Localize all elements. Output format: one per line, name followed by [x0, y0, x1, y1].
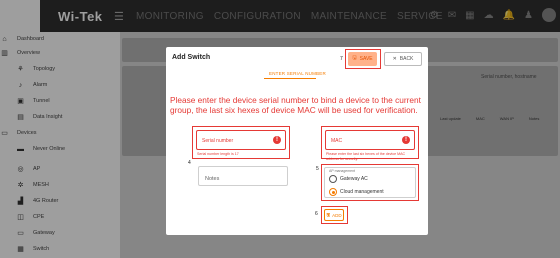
gateway-ac-label: Gateway AC — [340, 176, 368, 182]
app-window: Wi-Tek ☰ MONITORING CONFIGURATION MAINTE… — [0, 0, 560, 258]
radio-cloud-management[interactable] — [329, 188, 337, 196]
cloud-management-label: Cloud management — [340, 189, 384, 195]
back-button[interactable]: ✕ BACK — [384, 52, 422, 66]
step-number-6: 6 — [315, 211, 318, 217]
step-number-4: 4 — [188, 160, 191, 166]
serial-helper-text: Serial number length is 17 — [197, 152, 239, 156]
column-header: MAC — [475, 116, 485, 121]
tab-enter-serial-number[interactable]: ENTER SERIAL NUMBER — [269, 71, 326, 76]
tab-indicator — [264, 78, 316, 79]
ap-management-label: AP management — [329, 169, 356, 173]
dialog-title: Add Switch — [172, 54, 211, 61]
background-search-input[interactable]: Serial number, hostname — [481, 74, 537, 80]
save-icon: 🖫 — [352, 55, 357, 61]
back-label: BACK — [399, 56, 414, 62]
step-number-7: 7 — [340, 56, 343, 62]
mac-input[interactable]: MAC ! — [325, 130, 415, 150]
step-number-5: 5 — [316, 166, 319, 172]
ap-management-group: AP management Gateway AC Cloud managemen… — [324, 167, 416, 198]
notes-input[interactable]: Notes — [198, 166, 288, 186]
add-button[interactable]: 🖫 ADD — [324, 209, 344, 221]
error-icon: ! — [402, 136, 410, 144]
mac-placeholder: MAC — [331, 138, 343, 144]
add-switch-dialog: Add Switch 7 🖫 SAVE ✕ BACK ENTER SERIAL … — [166, 47, 428, 235]
background-table-headers: Last update MAC WAN IP Notes — [440, 116, 539, 121]
serial-placeholder: Serial number — [202, 138, 234, 144]
column-header: WAN IP — [499, 116, 514, 121]
mac-helper-text: Please enter the last six hexes of the d… — [326, 152, 406, 161]
column-header: Last update — [440, 116, 461, 121]
save-label: SAVE — [359, 56, 373, 62]
add-label: ADD — [332, 212, 342, 218]
save-button[interactable]: 🖫 SAVE — [348, 52, 377, 66]
error-icon: ! — [273, 136, 281, 144]
save-icon: 🖫 — [326, 212, 331, 217]
column-header: Notes — [528, 116, 540, 121]
serial-number-input[interactable]: Serial number ! — [196, 130, 286, 150]
radio-gateway-ac[interactable] — [329, 175, 337, 183]
close-icon: ✕ — [392, 56, 397, 62]
notes-placeholder: Notes — [205, 176, 220, 182]
instruction-text: Please enter the device serial number to… — [170, 95, 421, 115]
